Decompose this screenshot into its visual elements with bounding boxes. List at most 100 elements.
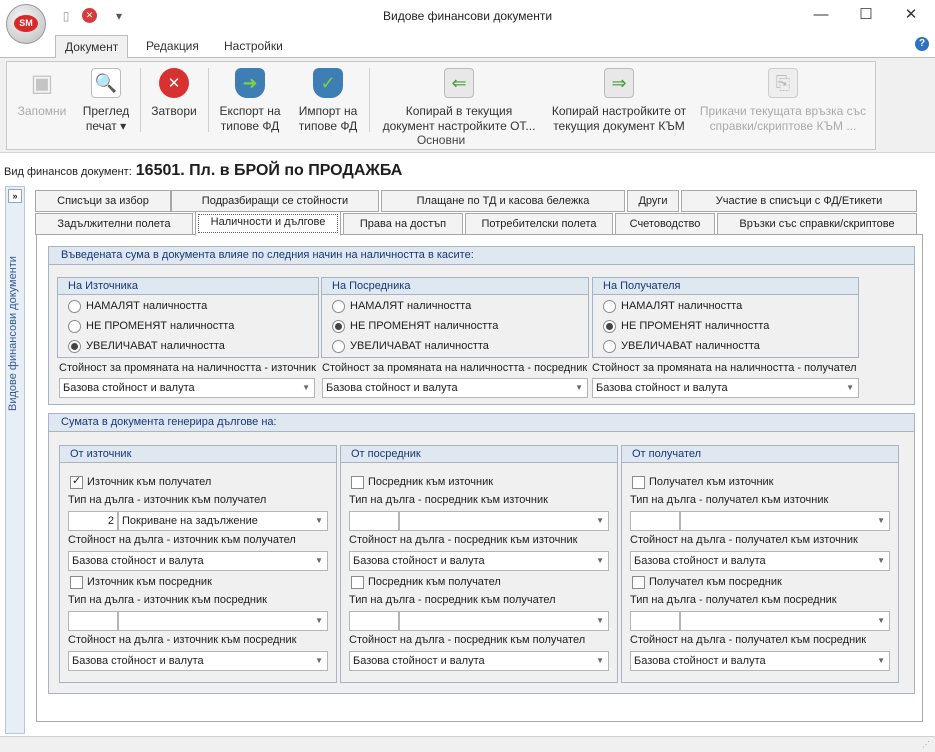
- tab-default-values[interactable]: Подразбиращи се стойности: [171, 190, 379, 212]
- receiver-keep-radio[interactable]: НЕ ПРОМЕНЯТ наличността: [603, 318, 769, 334]
- mediator-value-label: Стойност за промяната на наличността - п…: [322, 362, 588, 374]
- mediator-to-receiver-value-label: Стойност на дълга - посредник към получа…: [349, 634, 586, 646]
- chevron-down-icon: ▼: [596, 656, 604, 665]
- chevron-down-icon: ▼: [315, 616, 323, 625]
- chevron-down-icon: ▼: [877, 556, 885, 565]
- receiver-value-select[interactable]: Базова стойност и валута ▼: [592, 378, 859, 398]
- source-increase-radio[interactable]: УВЕЛИЧАВАТ наличността: [68, 338, 225, 354]
- document-kind-value: 16501. Пл. в БРОЙ по ПРОДАЖБА: [135, 162, 403, 179]
- expand-sidebar-button[interactable]: »: [8, 189, 22, 203]
- tab-edit[interactable]: Редакция: [137, 35, 208, 58]
- close-button[interactable]: ✕ Затвори: [145, 68, 203, 119]
- copy-settings-to-button[interactable]: ⇒ Копирай настройките от текущия докумен…: [545, 68, 693, 134]
- ribbon-tab-strip: Документ Редакция Настройки ?: [0, 32, 935, 58]
- help-icon[interactable]: ?: [915, 37, 929, 51]
- chevron-down-icon: ▼: [596, 516, 604, 525]
- receiver-increase-radio[interactable]: УВЕЛИЧАВАТ наличността: [603, 338, 760, 354]
- tab-inventory-debts[interactable]: Наличности и дългове: [195, 211, 341, 236]
- debts-group: Сумата в документа генерира дългове на: …: [48, 413, 915, 694]
- source-to-receiver-checkbox[interactable]: Източник към получател: [70, 473, 211, 490]
- source-to-receiver-value-select[interactable]: Базова стойност и валута ▼: [68, 551, 328, 571]
- tab-payment-receipt[interactable]: Плащане по ТД и касова бележка: [381, 190, 625, 212]
- tab-access-rights[interactable]: Права на достъп: [343, 213, 463, 235]
- receiver-decrease-radio[interactable]: НАМАЛЯТ наличността: [603, 298, 742, 314]
- receiver-to-mediator-type-code[interactable]: [630, 611, 680, 631]
- from-receiver-title: От получател: [622, 446, 898, 463]
- copy-to-label-2: текущия документ КЪМ: [553, 119, 685, 133]
- attach-link-button[interactable]: ⎘ Прикачи текущата връзка със справки/ск…: [697, 68, 869, 134]
- receiver-inventory-title: На Получателя: [593, 278, 858, 295]
- from-source-box: От източник Източник към получател Тип н…: [59, 445, 337, 683]
- tab-user-fields[interactable]: Потребителски полета: [465, 213, 613, 235]
- receiver-to-source-checkbox[interactable]: Получател към източник: [632, 474, 774, 490]
- source-keep-radio[interactable]: НЕ ПРОМЕНЯТ наличността: [68, 318, 234, 334]
- copy-to-label-1: Копирай настройките от: [551, 104, 687, 118]
- from-mediator-title: От посредник: [341, 446, 617, 463]
- mediator-to-receiver-type-label: Тип на дълга - посредник към получател: [349, 594, 556, 606]
- mediator-to-source-checkbox[interactable]: Посредник към източник: [351, 474, 493, 490]
- receiver-to-source-type-code[interactable]: [630, 511, 680, 531]
- export-button[interactable]: ➜ Експорт на типове ФД: [213, 68, 287, 134]
- tab-list-participation[interactable]: Участие в списъци с ФД/Етикети: [681, 190, 917, 212]
- preview-label-2: печат ▾: [85, 119, 127, 133]
- import-label-1: Импорт на: [298, 104, 358, 118]
- receiver-to-mediator-value-select[interactable]: Базова стойност и валута ▼: [630, 651, 890, 671]
- export-label-1: Експорт на: [219, 104, 281, 118]
- mediator-to-receiver-type-select[interactable]: ▼: [399, 611, 609, 631]
- tab-selection-lists[interactable]: Списъци за избор: [35, 190, 171, 212]
- source-to-mediator-type-code[interactable]: [68, 611, 118, 631]
- mediator-to-receiver-checkbox[interactable]: Посредник към получател: [351, 574, 501, 590]
- floppy-icon: ▣: [30, 69, 54, 97]
- mediator-to-receiver-type-code[interactable]: [349, 611, 399, 631]
- from-receiver-box: От получател Получател към източник Тип …: [621, 445, 899, 683]
- source-to-mediator-checkbox[interactable]: Източник към посредник: [70, 574, 212, 590]
- source-to-mediator-type-label: Тип на дълга - източник към посредник: [68, 594, 267, 606]
- print-preview-button[interactable]: 🔍 Преглед печат ▾: [77, 68, 135, 134]
- tab-document[interactable]: Документ: [55, 35, 129, 58]
- mediator-to-source-value-select[interactable]: Базова стойност и валута ▼: [349, 551, 609, 571]
- source-to-receiver-type-code[interactable]: 2: [68, 511, 118, 531]
- source-inventory-title: На Източника: [58, 278, 318, 295]
- tab-settings[interactable]: Настройки: [215, 35, 292, 58]
- tab-required-fields[interactable]: Задължителни полета: [35, 213, 193, 235]
- app-logo[interactable]: SM: [6, 4, 46, 44]
- source-to-mediator-value-select[interactable]: Базова стойност и валута ▼: [68, 651, 328, 671]
- mediator-value-select[interactable]: Базова стойност и валута ▼: [322, 378, 588, 398]
- maximize-button[interactable]: ☐: [843, 0, 889, 32]
- resize-grip-icon[interactable]: ⋰: [922, 740, 932, 750]
- chevron-down-icon: ▼: [596, 616, 604, 625]
- import-button[interactable]: ✓ Импорт на типове ФД: [291, 68, 365, 134]
- tab-accounting[interactable]: Счетоводство: [615, 213, 715, 235]
- save-button[interactable]: ▣ Запомни: [11, 68, 73, 119]
- receiver-to-mediator-checkbox[interactable]: Получател към посредник: [632, 574, 782, 590]
- receiver-to-source-value-select[interactable]: Базова стойност и валута ▼: [630, 551, 890, 571]
- side-panel-label[interactable]: Видове финансови документи: [7, 211, 23, 411]
- mediator-keep-radio[interactable]: НЕ ПРОМЕНЯТ наличността: [332, 318, 498, 334]
- mediator-decrease-radio[interactable]: НАМАЛЯТ наличността: [332, 298, 471, 314]
- mediator-to-receiver-value-select[interactable]: Базова стойност и валута ▼: [349, 651, 609, 671]
- mediator-increase-radio[interactable]: УВЕЛИЧАВАТ наличността: [332, 338, 489, 354]
- side-panel: » Видове финансови документи: [5, 186, 25, 734]
- source-decrease-radio[interactable]: НАМАЛЯТ наличността: [68, 298, 207, 314]
- mediator-to-source-type-select[interactable]: ▼: [399, 511, 609, 531]
- source-value-select[interactable]: Базова стойност и валута ▼: [59, 378, 315, 398]
- status-bar: ⋰: [0, 736, 935, 752]
- receiver-to-mediator-type-select[interactable]: ▼: [680, 611, 890, 631]
- source-to-mediator-type-select[interactable]: ▼: [118, 611, 328, 631]
- source-to-receiver-type-label: Тип на дълга - източник към получател: [68, 494, 267, 506]
- close-label: Затвори: [151, 104, 197, 118]
- tab-report-links[interactable]: Връзки със справки/скриптове: [717, 213, 917, 235]
- export-label-2: типове ФД: [220, 119, 280, 133]
- mediator-to-source-type-code[interactable]: [349, 511, 399, 531]
- copy-settings-from-button[interactable]: ⇐ Копирай в текущия документ настройките…: [375, 68, 543, 134]
- preview-label-1: Преглед: [82, 104, 130, 118]
- close-window-button[interactable]: ✕: [888, 0, 934, 32]
- copy-from-label-1: Копирай в текущия: [405, 104, 513, 118]
- tab-other[interactable]: Други: [627, 190, 679, 212]
- ribbon-separator: [140, 68, 141, 132]
- source-to-receiver-type-select[interactable]: Покриване на задължение ▼: [118, 511, 328, 531]
- ribbon-separator: [369, 68, 370, 132]
- ribbon-group-label: Основни: [416, 133, 466, 147]
- minimize-button[interactable]: —: [798, 0, 844, 32]
- receiver-to-source-type-select[interactable]: ▼: [680, 511, 890, 531]
